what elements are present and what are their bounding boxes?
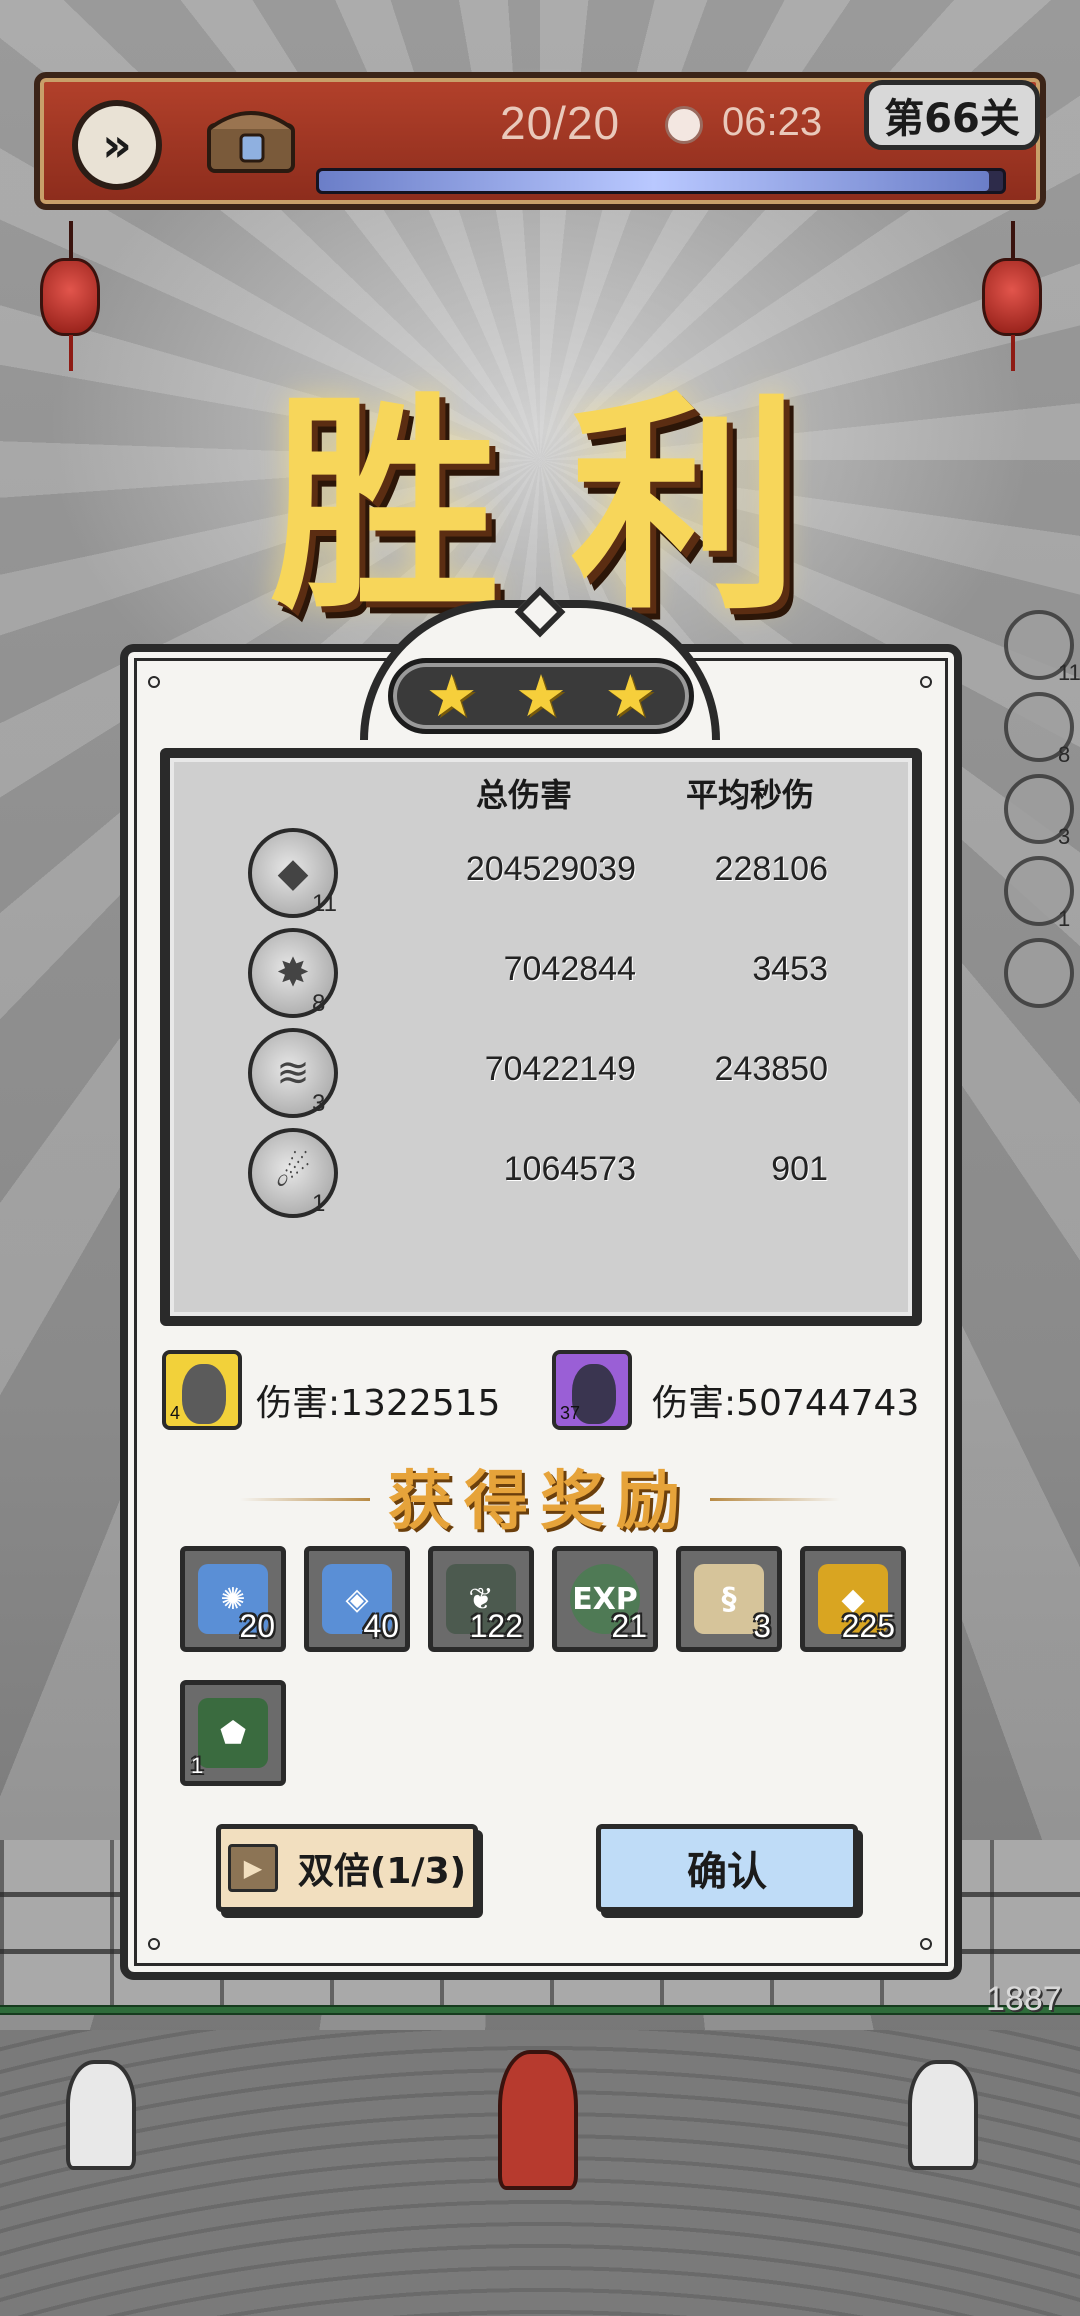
skill-level: 3 — [312, 1090, 326, 1117]
hero-avatar-1[interactable]: 4 — [162, 1350, 242, 1430]
reward-item[interactable]: ❦ 122 — [428, 1546, 534, 1652]
hero-level: 4 — [170, 1403, 181, 1423]
energy-bar — [316, 168, 1006, 194]
video-ad-icon: ▶ — [227, 1844, 278, 1892]
fast-forward-button[interactable]: » — [72, 100, 162, 190]
hero-damage-1: 伤害:1322515 — [256, 1383, 501, 1424]
side-skill-level: 11 — [1058, 660, 1080, 685]
green-gem-fragment-icon: ⬟ — [198, 1698, 268, 1768]
reward-quantity: 20 — [239, 1608, 275, 1644]
reward-item[interactable]: EXP 21 — [552, 1546, 658, 1652]
player-character — [498, 2050, 578, 2190]
panel-rivet — [148, 1938, 160, 1950]
reward-quantity: 225 — [841, 1608, 895, 1644]
energy-bar-fill — [319, 171, 990, 191]
hero-damage-2: 伤害:50744743 — [652, 1383, 920, 1424]
star-rating: ★ ★ ★ — [388, 658, 694, 734]
ally-figure — [66, 2060, 136, 2170]
skill-level: 11 — [312, 890, 337, 917]
hero-level: 37 — [560, 1403, 581, 1423]
reward-quantity: 21 — [611, 1608, 647, 1644]
skill-level: 1 — [312, 1190, 326, 1217]
hero-portrait — [182, 1364, 226, 1424]
rewards-title: 获得奖励 — [388, 1464, 692, 1539]
side-skill-level: 1 — [1058, 906, 1071, 931]
wall-hp-bar — [0, 2005, 1080, 2015]
score-counter: 1887 — [986, 1980, 1062, 2018]
avg-dps-header: 平均秒伤 — [686, 776, 815, 814]
star-icon: ★ — [425, 662, 478, 730]
confirm-label: 确认 — [687, 1848, 767, 1895]
side-skill-level: 8 — [1058, 742, 1071, 767]
reward-quantity: 40 — [363, 1608, 399, 1644]
total-damage-value: 70422149 — [484, 1050, 636, 1088]
panel-rivet — [148, 676, 160, 688]
avg-dps-value: 3453 — [752, 950, 828, 988]
total-damage-header: 总伤害 — [476, 776, 573, 814]
ally-figure — [908, 2060, 978, 2170]
fast-forward-icon: » — [102, 118, 132, 172]
reward-item[interactable]: ⬟ 1 — [180, 1680, 286, 1786]
wave-progress-text: 20/20 — [500, 97, 621, 149]
star-icon: ★ — [604, 662, 657, 730]
reward-quantity: 3 — [753, 1608, 771, 1644]
total-damage-value: 7042844 — [503, 950, 636, 988]
total-damage-value: 1064573 — [503, 1150, 636, 1188]
chest-graphic — [207, 111, 295, 173]
reward-item[interactable]: ✺ 20 — [180, 1546, 286, 1652]
star-icon: ★ — [514, 662, 567, 730]
reward-item[interactable]: ◈ 40 — [304, 1546, 410, 1652]
hero-avatar-2[interactable]: 37 — [552, 1350, 632, 1430]
avg-dps-value: 228106 — [714, 850, 828, 888]
confirm-button[interactable]: 确认 — [596, 1824, 858, 1912]
timer-text: 06:23 — [722, 100, 823, 144]
stage-badge: 第66关 — [864, 80, 1040, 150]
panel-rivet — [920, 676, 932, 688]
panel-rivet — [920, 1938, 932, 1950]
skill-level: 8 — [312, 990, 326, 1017]
treasure-chest-icon[interactable] — [196, 92, 306, 182]
reward-quantity: 1 — [191, 1753, 204, 1778]
double-reward-button[interactable]: ▶ 双倍(1/3) — [216, 1824, 478, 1912]
empty-slot-icon — [1004, 938, 1074, 1008]
double-reward-label: 双倍(1/3) — [297, 1851, 467, 1892]
reward-item[interactable]: § 3 — [676, 1546, 782, 1652]
avg-dps-value: 901 — [771, 1150, 828, 1188]
total-damage-value: 204529039 — [465, 850, 636, 888]
clock-icon — [665, 106, 703, 144]
reward-quantity: 122 — [469, 1608, 523, 1644]
side-skill-level: 3 — [1058, 824, 1071, 849]
avg-dps-value: 243850 — [714, 1050, 828, 1088]
reward-item[interactable]: ◆ 225 — [800, 1546, 906, 1652]
